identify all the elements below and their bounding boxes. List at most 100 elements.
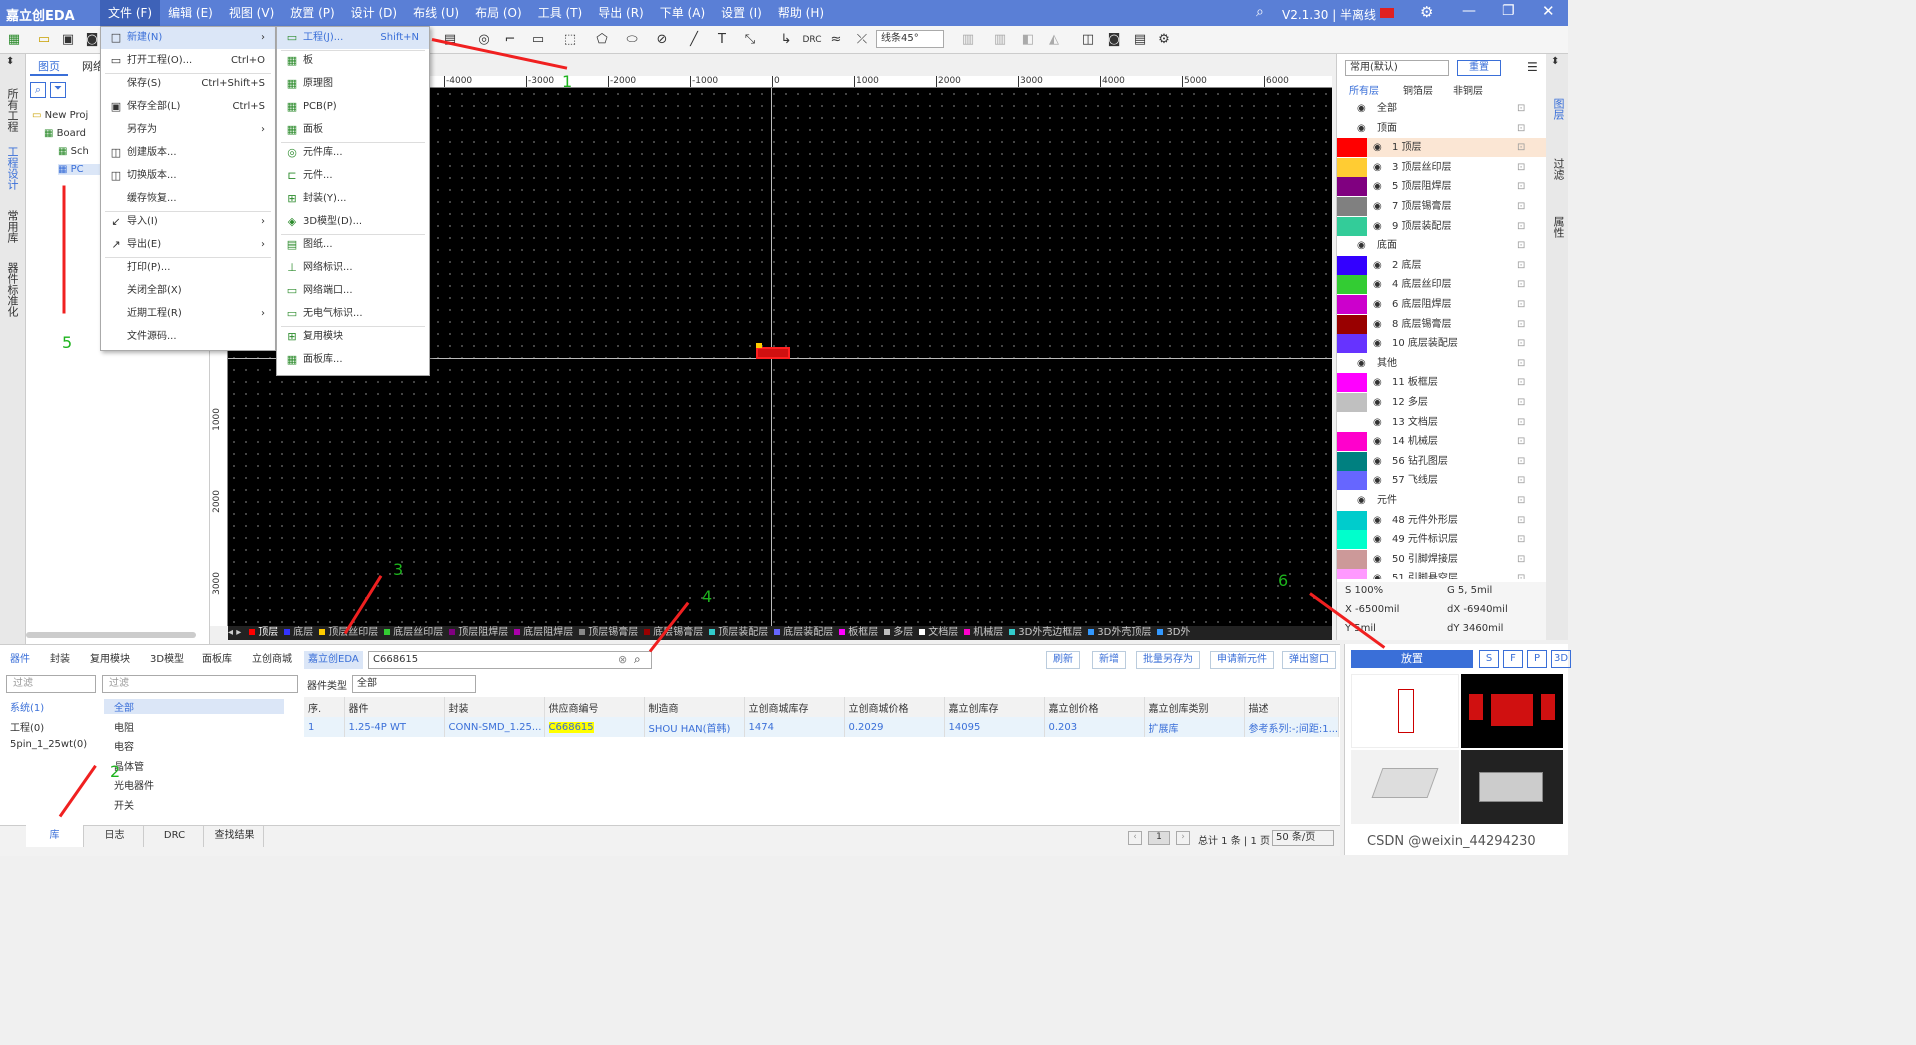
bom-icon[interactable]: ▤ <box>1130 30 1150 50</box>
lib-tab[interactable]: 封装 <box>46 651 74 669</box>
layer-bar-item[interactable]: 多层 <box>884 626 913 640</box>
eye-icon[interactable]: ◉ <box>1357 354 1366 373</box>
tab-copper-layers[interactable]: 铜箔层 <box>1403 82 1433 97</box>
bottom-tab[interactable]: DRC <box>146 825 204 847</box>
select-icon[interactable]: ⬚ <box>560 30 580 50</box>
layer-color-swatch[interactable] <box>1337 216 1367 236</box>
new-menu-item[interactable]: ▭ 工程(J)... Shift+N <box>277 27 429 49</box>
new-icon[interactable]: ▦ <box>4 30 24 50</box>
eye-icon[interactable]: ◉ <box>1373 393 1382 412</box>
table-column-header[interactable]: 嘉立创库类别 <box>1144 697 1245 717</box>
new-menu-item[interactable]: ▦ 面板库... <box>277 349 429 371</box>
layer-bar-item[interactable]: 板框层 <box>839 626 878 640</box>
bottom-tab[interactable]: 库 <box>26 825 84 847</box>
category-item[interactable]: 晶体管 <box>114 758 294 773</box>
lock-icon[interactable]: ⊡ <box>1517 197 1525 216</box>
table-column-header[interactable]: 描述 <box>1244 697 1339 717</box>
layer-bar-item[interactable]: 底层装配层 <box>774 626 833 640</box>
layer-color-swatch[interactable] <box>1337 295 1367 314</box>
category-item[interactable]: 电容 <box>114 738 294 753</box>
layer-row[interactable]: ◉ 10 底层装配层 ⊡ <box>1337 334 1547 354</box>
eye-icon[interactable]: ◉ <box>1373 295 1382 314</box>
layer-color-swatch[interactable] <box>1337 177 1367 197</box>
layer-bar-item[interactable]: 3D外 <box>1157 626 1190 640</box>
maximize-icon[interactable]: ❐ <box>1502 3 1515 19</box>
layer-row[interactable]: ◉ 2 底层 ⊡ <box>1337 255 1547 275</box>
layer-color-swatch[interactable] <box>1337 197 1367 216</box>
layer-row[interactable]: ◉ 8 底层锡膏层 ⊡ <box>1337 314 1547 334</box>
new-menu-item[interactable]: ◈ 3D模型(D)... <box>277 211 429 233</box>
layer-color-swatch[interactable] <box>1337 432 1367 452</box>
tab-all-projects[interactable]: 所有工程 <box>3 88 21 132</box>
lock-icon[interactable]: ⊡ <box>1517 295 1525 314</box>
layer-row[interactable]: ◉ 3 顶层丝印层 ⊡ <box>1337 157 1547 177</box>
file-menu-item[interactable]: ↗ 导出(E) › <box>101 234 275 256</box>
route-icon[interactable]: ↳ <box>776 30 796 50</box>
lock-icon[interactable]: ⊡ <box>1517 99 1525 118</box>
gear-icon[interactable]: ⚙ <box>1420 3 1433 21</box>
layer-row[interactable]: ◉ 51 引脚悬空层 ⊡ <box>1337 569 1547 579</box>
layer-settings-icon[interactable]: ☰ <box>1527 60 1538 74</box>
panel-button[interactable]: 申请新元件 <box>1210 651 1274 669</box>
menu-item[interactable]: 布局 (O) <box>467 0 530 26</box>
lock-icon[interactable]: ⊡ <box>1517 530 1525 549</box>
layer-color-swatch[interactable] <box>1337 255 1367 275</box>
menu-item[interactable]: 设置 (I) <box>713 0 770 26</box>
preview-mode-button[interactable]: F <box>1503 650 1523 668</box>
clear-icon[interactable]: ⊗ <box>618 653 627 666</box>
pin-icon[interactable]: ⬍ <box>1551 56 1559 67</box>
layer-bar-item[interactable]: 顶层 <box>249 626 278 640</box>
search-icon[interactable]: ⌕ <box>634 652 641 667</box>
per-page-select[interactable]: 50 条/页 <box>1272 830 1334 846</box>
layer-row[interactable]: ◉ 57 飞线层 ⊡ <box>1337 471 1547 491</box>
diff-pair-icon[interactable]: ≈ <box>826 30 846 50</box>
table-column-header[interactable]: 封装 <box>444 697 545 717</box>
menu-item[interactable]: 帮助 (H) <box>770 0 832 26</box>
new-menu-item[interactable]: ▦ 原理图 <box>277 73 429 95</box>
layer-row[interactable]: ◉ 48 元件外形层 ⊡ <box>1337 510 1547 530</box>
lib-tree-item[interactable]: 工程(0) <box>10 719 44 734</box>
lock-icon[interactable]: ⊡ <box>1517 373 1525 392</box>
layer-bar-item[interactable]: 顶层锡膏层 <box>579 626 638 640</box>
bottom-tab[interactable]: 日志 <box>86 825 144 847</box>
file-menu-item[interactable]: ▭ 打开工程(O)... Ctrl+O <box>101 50 275 72</box>
lock-icon[interactable]: ⊡ <box>1517 119 1525 138</box>
eye-icon[interactable]: ◉ <box>1373 158 1382 177</box>
layer-row[interactable]: ◉ 底面 ⊡ <box>1337 236 1547 255</box>
line-mode-select[interactable]: 线条45° <box>876 30 944 48</box>
text-icon[interactable]: T <box>712 30 732 50</box>
lock-icon[interactable]: ⊡ <box>1517 569 1525 579</box>
layer-color-swatch[interactable] <box>1337 393 1367 412</box>
eye-icon[interactable]: ◉ <box>1373 471 1382 490</box>
layer-bar-item[interactable]: 顶层阻焊层 <box>449 626 508 640</box>
table-column-header[interactable]: 嘉立创价格 <box>1044 697 1145 717</box>
flip-icon[interactable]: ◧ <box>1018 30 1038 50</box>
eye-icon[interactable]: ◉ <box>1373 511 1382 530</box>
pin-icon[interactable]: ⬍ <box>6 56 14 67</box>
eye-icon[interactable]: ◉ <box>1373 432 1382 451</box>
polygon-icon[interactable]: ⬠ <box>592 30 612 50</box>
close-icon[interactable]: ✕ <box>1542 2 1555 20</box>
panel-button[interactable]: 批量另存为 <box>1136 651 1200 669</box>
file-menu-item[interactable]: 关闭全部(X) <box>101 280 275 302</box>
drc-button[interactable]: DRC <box>800 30 824 50</box>
menu-item[interactable]: 导出 (R) <box>590 0 652 26</box>
filter-icon[interactable]: ⏷ <box>50 82 66 98</box>
search-icon[interactable]: ⌕ <box>1256 4 1264 20</box>
layer-row[interactable]: ◉ 12 多层 ⊡ <box>1337 393 1547 412</box>
ellipse-icon[interactable]: ⬭ <box>622 30 642 50</box>
eye-icon[interactable]: ◉ <box>1357 491 1366 510</box>
category-filter-input[interactable]: 过滤 <box>102 675 298 693</box>
layer-color-swatch[interactable] <box>1337 157 1367 177</box>
lib-tab[interactable]: 复用模块 <box>86 651 134 669</box>
next-page-button[interactable]: › <box>1176 831 1190 845</box>
type-select[interactable]: 全部 <box>352 675 476 693</box>
new-menu-item[interactable]: ▤ 图纸... <box>277 234 429 256</box>
snapshot-icon[interactable]: ◙ <box>1104 30 1124 50</box>
layer-color-swatch[interactable] <box>1337 451 1367 471</box>
probe-icon[interactable]: ⌐ <box>500 30 520 50</box>
category-item[interactable]: 开关 <box>114 797 294 812</box>
file-menu-item[interactable]: ↙ 导入(I) › <box>101 211 275 233</box>
eye-icon[interactable]: ◉ <box>1373 373 1382 392</box>
layer-bar-item[interactable]: 底层阻焊层 <box>514 626 573 640</box>
